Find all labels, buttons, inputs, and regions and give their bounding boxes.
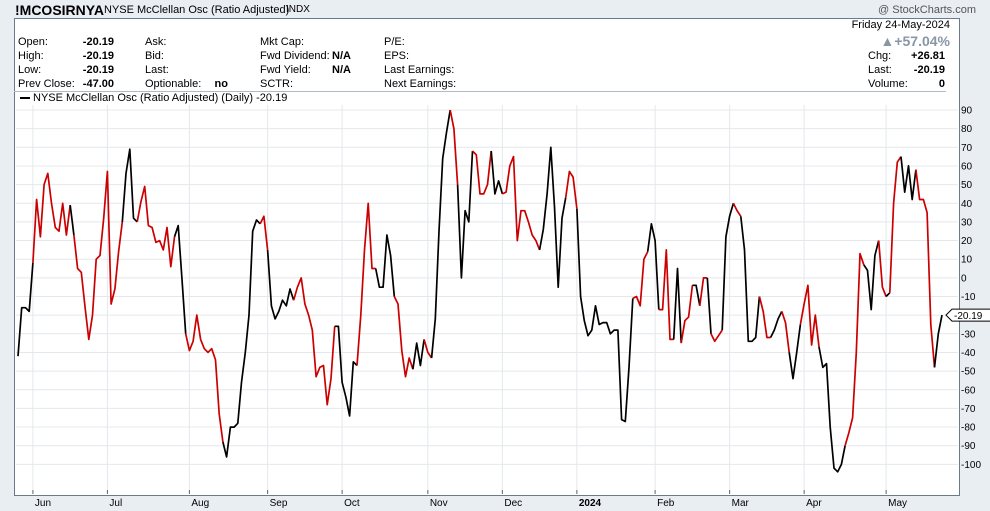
series-segment-down [471, 150, 493, 195]
series-segment-down [680, 285, 694, 344]
x-tick-label: Feb [657, 498, 675, 509]
series-segment-down [136, 185, 176, 268]
y-tick-label: 70 [961, 143, 973, 154]
series-segment-up [933, 314, 943, 368]
y-tick-label: 80 [961, 124, 973, 135]
x-tick-label: Apr [806, 498, 822, 509]
series-segment-down [844, 252, 865, 446]
series-segment-up [266, 249, 295, 320]
series-segment-up [412, 339, 425, 370]
series-segment-up [173, 224, 187, 334]
series-segment-up [692, 284, 701, 306]
series-segment-up [121, 148, 138, 223]
y-tick-label: -100 [961, 460, 981, 471]
series-segment-down [32, 172, 72, 263]
y-tick-label: -60 [961, 385, 976, 396]
x-tick-label: 2024 [579, 498, 602, 509]
series-segment-up [538, 146, 567, 289]
y-tick-label: 40 [961, 199, 973, 210]
series-segment-up [69, 204, 75, 236]
series-segment-down [393, 296, 414, 378]
series-segment-down [915, 169, 936, 368]
y-tick-label: -70 [961, 404, 976, 415]
series-segment-up [900, 156, 917, 201]
x-tick-label: Dec [504, 498, 522, 509]
oscillator-chart: 9080706050403020100-10-20-30-40-50-60-70… [16, 105, 990, 509]
series-segment-up [374, 234, 396, 297]
x-tick-label: Oct [344, 498, 360, 509]
y-tick-label: 10 [961, 255, 973, 266]
series-segment-down [799, 284, 820, 347]
series-segment-down [877, 240, 887, 297]
series-segment-down [632, 251, 649, 307]
x-tick-label: Jun [35, 498, 51, 509]
series-segment-down [73, 170, 124, 341]
series-segment-down [888, 156, 902, 293]
y-tick-label: -30 [961, 329, 976, 340]
series-segment-down [698, 277, 708, 306]
x-tick-label: Sep [270, 498, 288, 509]
series-segment-up [490, 150, 504, 195]
series-segment-down [780, 311, 791, 353]
series-segment-down [356, 202, 376, 366]
series-segment-up [672, 267, 683, 344]
x-tick-label: Jul [109, 498, 122, 509]
y-tick-label: -90 [961, 441, 976, 452]
series-segment-up [818, 346, 846, 473]
x-tick-label: Mar [732, 498, 750, 509]
series-segment-down [658, 249, 674, 341]
x-tick-label: Aug [191, 498, 209, 509]
series-segment-up [885, 292, 891, 298]
y-tick-label: 30 [961, 217, 973, 228]
series-segment-up [222, 219, 261, 458]
series-segment-down [710, 329, 723, 343]
y-tick-label: 50 [961, 180, 973, 191]
series-segment-down [259, 215, 269, 250]
y-tick-label: 20 [961, 236, 973, 247]
y-tick-label: 90 [961, 106, 973, 117]
x-tick-label: Nov [430, 498, 448, 509]
series-segment-up [863, 240, 880, 311]
series-segment-up [706, 277, 712, 334]
last-value-label: -20.19 [954, 311, 983, 322]
y-tick-label: -10 [961, 292, 976, 303]
y-tick-label: -50 [961, 367, 976, 378]
series-segment-up [739, 216, 761, 343]
y-tick-label: -80 [961, 423, 976, 434]
x-tick-label: May [888, 498, 907, 509]
y-tick-label: 60 [961, 161, 973, 172]
y-tick-label: 0 [961, 273, 967, 284]
series-segment-down [758, 296, 771, 339]
series-segment-up [17, 262, 34, 357]
series-segment-down [732, 202, 742, 217]
series-segment-up [788, 324, 802, 380]
y-tick-label: -40 [961, 348, 976, 359]
